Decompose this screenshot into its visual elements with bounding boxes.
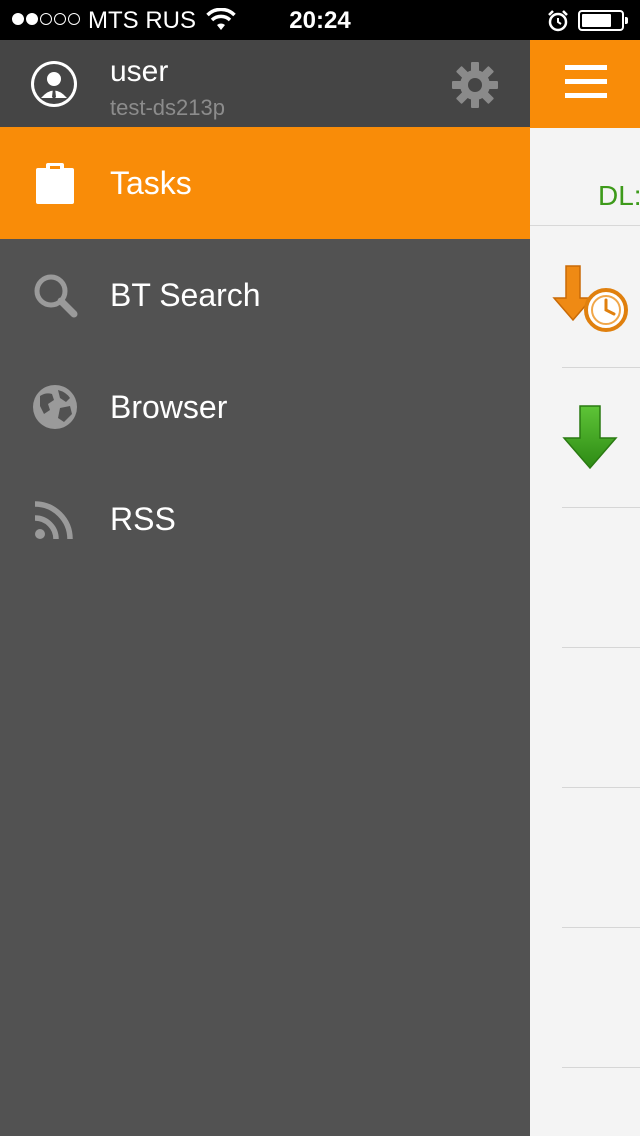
navigation-drawer: user test-ds213p Tasks BT Search Browser… xyxy=(0,40,530,1136)
settings-gear-icon[interactable] xyxy=(450,60,500,110)
battery-icon xyxy=(578,10,628,31)
download-speed-label: DL: xyxy=(598,180,640,211)
user-avatar-icon xyxy=(31,61,77,107)
row-divider xyxy=(562,1067,640,1068)
globe-icon xyxy=(33,385,77,429)
menu-item-tasks[interactable]: Tasks xyxy=(0,127,530,239)
alarm-icon xyxy=(548,10,568,32)
row-divider xyxy=(562,507,640,508)
menu-item-label: RSS xyxy=(110,501,176,537)
tasks-content-pane: DL: xyxy=(530,40,640,1136)
row-divider xyxy=(562,927,640,928)
transfer-summary: DL: xyxy=(530,128,640,226)
search-icon xyxy=(34,274,78,318)
user-header: user test-ds213p xyxy=(0,40,530,127)
clock: 20:24 xyxy=(289,7,351,34)
menu-item-bt-search[interactable]: BT Search xyxy=(0,239,530,351)
menu-item-browser[interactable]: Browser xyxy=(0,351,530,463)
download-waiting-icon xyxy=(552,265,628,332)
row-divider xyxy=(562,647,640,648)
menu-item-label: Browser xyxy=(110,389,228,425)
status-bar: MTS RUS 20:24 xyxy=(0,0,640,40)
server-name: test-ds213p xyxy=(110,95,225,120)
top-app-bar xyxy=(530,40,640,128)
clipboard-icon xyxy=(36,163,74,204)
menu-item-rss[interactable]: RSS xyxy=(0,463,530,575)
download-active-icon xyxy=(562,405,618,470)
hamburger-menu-icon[interactable] xyxy=(565,65,607,99)
row-divider xyxy=(562,367,640,368)
row-divider xyxy=(562,787,640,788)
menu-item-label: BT Search xyxy=(110,277,261,313)
rss-icon xyxy=(34,501,73,540)
user-name: user xyxy=(110,55,169,88)
menu-item-label: Tasks xyxy=(110,165,192,201)
